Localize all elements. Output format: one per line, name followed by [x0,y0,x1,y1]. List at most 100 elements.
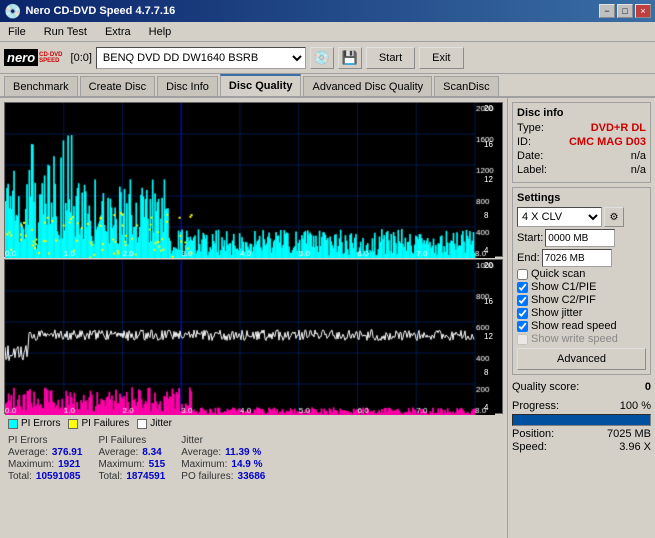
menu-file[interactable]: File [4,24,30,40]
tabs: Benchmark Create Disc Disc Info Disc Qua… [0,74,655,98]
disc-id: CMC MAG D03 [569,136,646,148]
maximize-button[interactable]: □ [617,4,633,18]
start-button[interactable]: Start [366,47,415,69]
pi-failures-chart: 20 16 12 8 4 [4,259,503,414]
progress-section: Progress: 100 % Position: 7025 MB Speed:… [512,399,651,454]
pi-failures-label: PI Failures [81,418,129,429]
legend-pi-failures: PI Failures [68,418,129,429]
pi-errors-avg: 376.91 [52,447,83,458]
progress-pct-row: Progress: 100 % [512,400,651,412]
chart2-y-axis: 20 16 12 8 4 [484,260,502,413]
tab-disc-quality[interactable]: Disc Quality [220,74,302,96]
progress-bar-container [512,414,651,426]
menu-help[interactable]: Help [145,24,176,40]
tab-benchmark[interactable]: Benchmark [4,76,78,96]
pi-errors-label: PI Errors [21,418,60,429]
show-c1pie-row: Show C1/PIE [517,281,646,293]
app-title: Nero CD-DVD Speed 4.7.7.16 [25,5,175,17]
position-row: Position: 7025 MB [512,428,651,440]
disc-info-title: Disc info [517,107,646,119]
jitter-title: Jitter [181,435,203,446]
menubar: File Run Test Extra Help [0,22,655,42]
end-row: End: [517,249,646,267]
pi-failures-avg: 8.34 [142,447,161,458]
settings-icon-btn[interactable]: ⚙ [604,207,624,227]
jitter-stats: Jitter Average: 11.39 % Maximum: 14.9 % … [181,435,265,482]
menu-runtest[interactable]: Run Test [40,24,91,40]
exit-button[interactable]: Exit [419,47,463,69]
disc-label-row: Label: n/a [517,164,646,176]
disc-date-row: Date: n/a [517,150,646,162]
legend-jitter: Jitter [137,418,172,429]
start-input[interactable] [545,229,615,247]
show-read-row: Show read speed [517,320,646,332]
main-content: 20 16 12 8 4 20 16 12 8 4 PI Errors [0,98,655,538]
quality-value: 0 [645,381,651,393]
pi-failures-max: 515 [149,459,166,470]
quick-scan-row: Quick scan [517,268,646,280]
disc-type-row: Type: DVD+R DL [517,122,646,134]
settings-title: Settings [517,192,646,204]
disc-label: n/a [631,164,646,176]
show-c2pif-checkbox[interactable] [517,295,528,306]
speed-row: Speed: 3.96 X [512,441,651,453]
show-c1pie-checkbox[interactable] [517,282,528,293]
legend-pi-errors: PI Errors [8,418,60,429]
tab-advanced-disc-quality[interactable]: Advanced Disc Quality [303,76,432,96]
tab-create-disc[interactable]: Create Disc [80,76,155,96]
start-row: Start: [517,229,646,247]
app-logo: nero CD·DVD SPEED [4,49,63,66]
legend: PI Errors PI Failures Jitter [4,416,503,431]
jitter-color [137,419,147,429]
chart-area: 20 16 12 8 4 20 16 12 8 4 PI Errors [0,98,507,538]
show-write-row: Show write speed [517,333,646,345]
toolbar: nero CD·DVD SPEED [0:0] BENQ DVD DD DW16… [0,42,655,74]
drive-label: [0:0] [71,52,92,64]
menu-extra[interactable]: Extra [101,24,135,40]
close-button[interactable]: × [635,4,651,18]
pi-errors-title: PI Errors [8,435,47,446]
advanced-button[interactable]: Advanced [517,348,646,370]
pi-failures-color [68,419,78,429]
settings-section: Settings 4 X CLV 1 X CLV 2 X CLV 8 X CLV… [512,187,651,375]
save-icon-btn[interactable]: 💾 [338,47,362,69]
drive-select[interactable]: BENQ DVD DD DW1640 BSRB [96,47,306,69]
titlebar: 💿 Nero CD-DVD Speed 4.7.7.16 − □ × [0,0,655,22]
logo-subtitle2: SPEED [39,58,62,64]
pi-errors-max: 1921 [58,459,80,470]
disc-type: DVD+R DL [591,122,646,134]
disc-date: n/a [631,150,646,162]
disc-id-row: ID: CMC MAG D03 [517,136,646,148]
quick-scan-checkbox[interactable] [517,269,528,280]
chart1-y-axis: 20 16 12 8 4 [484,103,502,256]
right-panel: Disc info Type: DVD+R DL ID: CMC MAG D03… [507,98,655,538]
show-write-checkbox[interactable] [517,334,528,345]
pi-errors-color [8,419,18,429]
minimize-button[interactable]: − [599,4,615,18]
pi-failures-stats: PI Failures Average: 8.34 Maximum: 515 T… [98,435,165,482]
disc-info-section: Disc info Type: DVD+R DL ID: CMC MAG D03… [512,102,651,183]
speed-value: 3.96 X [619,441,651,453]
pi-failures-total: 1874591 [126,471,165,482]
show-read-checkbox[interactable] [517,321,528,332]
stats-row: PI Errors Average: 376.91 Maximum: 1921 … [4,433,503,484]
logo-text: nero [4,49,38,66]
quality-row: Quality score: 0 [512,379,651,395]
progress-value: 100 % [620,400,651,412]
speed-select[interactable]: 4 X CLV 1 X CLV 2 X CLV 8 X CLV Max [517,207,602,227]
tab-scandisc[interactable]: ScanDisc [434,76,498,96]
jitter-po: 33686 [238,471,266,482]
show-c2pif-row: Show C2/PIF [517,294,646,306]
tab-disc-info[interactable]: Disc Info [157,76,218,96]
show-jitter-row: Show jitter [517,307,646,319]
pi-errors-total: 10591085 [36,471,81,482]
jitter-label: Jitter [150,418,172,429]
end-input[interactable] [542,249,612,267]
pi-errors-stats: PI Errors Average: 376.91 Maximum: 1921 … [8,435,82,482]
progress-bar [513,415,650,425]
pi-failures-title: PI Failures [98,435,146,446]
disc-icon-btn[interactable]: 💿 [310,47,334,69]
pi-errors-chart: 20 16 12 8 4 [4,102,503,257]
jitter-max: 14.9 % [231,459,262,470]
show-jitter-checkbox[interactable] [517,308,528,319]
